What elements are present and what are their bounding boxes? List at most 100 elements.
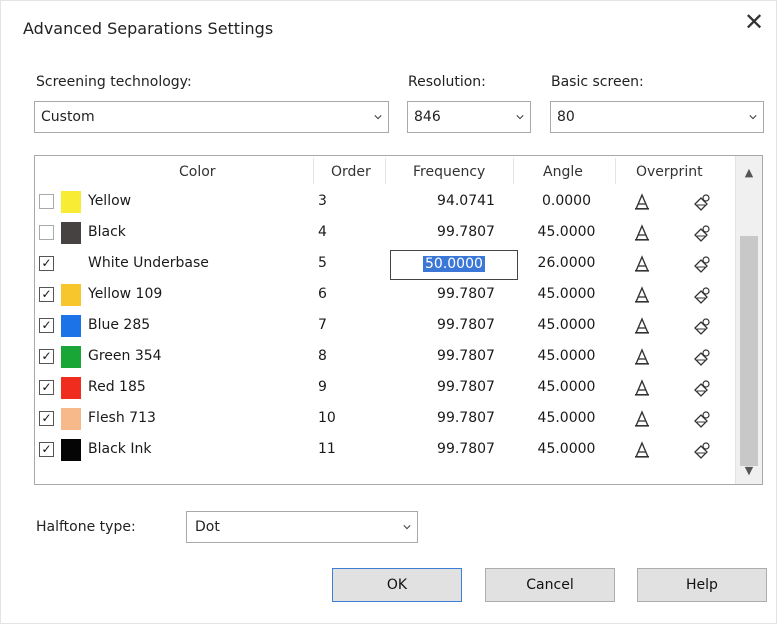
list-row[interactable]: ✓ Flesh 713 10 99.7807 45.0000 [35,404,735,434]
overprint-graphics-icon[interactable] [693,348,711,366]
list-row[interactable]: ✓ Blue 285 7 99.7807 45.0000 [35,311,735,341]
frequency-value[interactable]: 99.7807 [421,441,511,457]
help-button[interactable]: Help [637,568,767,602]
dialog-title: Advanced Separations Settings [23,19,274,38]
list-row[interactable]: Yellow 3 94.0741 0.0000 [35,187,735,217]
row-checkbox[interactable]: ✓ [39,349,54,364]
list-row[interactable]: Black 4 99.7807 45.0000 [35,218,735,248]
overprint-graphics-icon[interactable] [693,224,711,242]
resolution-value: 846 [414,109,441,125]
overprint-text-icon[interactable] [633,317,651,335]
list-row[interactable]: ✓ Green 354 8 99.7807 45.0000 [35,342,735,372]
overprint-text-icon[interactable] [633,224,651,242]
frequency-edit-field[interactable]: 50.0000 [390,250,518,280]
column-header-overprint[interactable]: Overprint [636,164,703,180]
overprint-text-icon[interactable] [633,286,651,304]
color-swatch [61,408,81,430]
overprint-graphics-icon[interactable] [693,193,711,211]
overprint-graphics-icon[interactable] [693,255,711,273]
color-swatch [61,222,81,244]
list-row[interactable]: ✓ Yellow 109 6 99.7807 45.0000 [35,280,735,310]
order-value: 8 [318,348,327,364]
scroll-up-icon[interactable]: ▲ [736,164,762,182]
row-checkbox[interactable]: ✓ [39,256,54,271]
overprint-text-icon[interactable] [633,379,651,397]
ok-button[interactable]: OK [332,568,462,602]
column-header-angle[interactable]: Angle [543,164,583,180]
separations-list[interactable]: Color Order Frequency Angle Overprint Ye… [34,155,763,485]
frequency-value[interactable]: 99.7807 [421,317,511,333]
chevron-down-icon [516,115,524,120]
column-header-order[interactable]: Order [331,164,371,180]
column-header-frequency[interactable]: Frequency [413,164,485,180]
column-header-color[interactable]: Color [179,164,216,180]
screening-technology-value: Custom [41,109,95,125]
row-checkbox[interactable]: ✓ [39,287,54,302]
row-checkbox[interactable]: ✓ [39,442,54,457]
order-value: 4 [318,224,327,240]
frequency-value[interactable]: 99.7807 [421,410,511,426]
chevron-down-icon [374,115,382,120]
order-value: 5 [318,255,327,271]
color-name: White Underbase [88,255,209,271]
color-swatch [61,191,81,213]
scroll-down-icon[interactable]: ▼ [736,462,762,480]
angle-value[interactable]: 45.0000 [534,286,599,302]
color-name: Flesh 713 [88,410,156,426]
angle-value[interactable]: 45.0000 [534,317,599,333]
basic-screen-label: Basic screen: [551,74,644,90]
color-swatch [61,439,81,461]
basic-screen-select[interactable]: 80 [550,101,764,133]
frequency-value[interactable]: 94.0741 [421,193,511,209]
frequency-value[interactable]: 99.7807 [421,379,511,395]
halftone-type-select[interactable]: Dot [186,511,418,543]
angle-value[interactable]: 45.0000 [534,224,599,240]
screening-technology-select[interactable]: Custom [34,101,389,133]
angle-value[interactable]: 45.0000 [534,410,599,426]
angle-value[interactable]: 45.0000 [534,379,599,395]
overprint-text-icon[interactable] [633,410,651,428]
color-swatch [61,377,81,399]
screening-technology-label: Screening technology: [36,74,192,90]
list-row[interactable]: ✓ Red 185 9 99.7807 45.0000 [35,373,735,403]
chevron-down-icon [403,525,411,530]
resolution-select[interactable]: 846 [407,101,531,133]
scrollbar-thumb[interactable] [740,236,758,466]
close-icon[interactable]: ✕ [740,9,768,37]
color-swatch [61,315,81,337]
angle-value[interactable]: 26.0000 [534,255,599,271]
row-checkbox[interactable] [39,194,54,209]
color-name: Yellow 109 [88,286,163,302]
row-checkbox[interactable]: ✓ [39,411,54,426]
order-value: 3 [318,193,327,209]
list-row[interactable]: ✓ White Underbase 5 26.0000 [35,249,735,279]
overprint-text-icon[interactable] [633,255,651,273]
frequency-value[interactable]: 99.7807 [421,348,511,364]
frequency-value[interactable]: 99.7807 [421,224,511,240]
angle-value[interactable]: 0.0000 [534,193,599,209]
row-checkbox[interactable] [39,225,54,240]
overprint-graphics-icon[interactable] [693,317,711,335]
frequency-edit-value[interactable]: 50.0000 [423,256,485,272]
overprint-graphics-icon[interactable] [693,441,711,459]
overprint-graphics-icon[interactable] [693,286,711,304]
cancel-button[interactable]: Cancel [485,568,615,602]
overprint-graphics-icon[interactable] [693,410,711,428]
row-checkbox[interactable]: ✓ [39,380,54,395]
overprint-text-icon[interactable] [633,441,651,459]
color-name: Green 354 [88,348,162,364]
angle-value[interactable]: 45.0000 [534,441,599,457]
order-value: 11 [318,441,336,457]
resolution-label: Resolution: [408,74,486,90]
row-checkbox[interactable]: ✓ [39,318,54,333]
angle-value[interactable]: 45.0000 [534,348,599,364]
vertical-scrollbar[interactable]: ▲ ▼ [735,156,762,484]
overprint-text-icon[interactable] [633,193,651,211]
list-header: Color Order Frequency Angle Overprint [35,156,735,186]
color-name: Red 185 [88,379,146,395]
order-value: 7 [318,317,327,333]
frequency-value[interactable]: 99.7807 [421,286,511,302]
overprint-graphics-icon[interactable] [693,379,711,397]
list-row[interactable]: ✓ Black Ink 11 99.7807 45.0000 [35,435,735,465]
overprint-text-icon[interactable] [633,348,651,366]
